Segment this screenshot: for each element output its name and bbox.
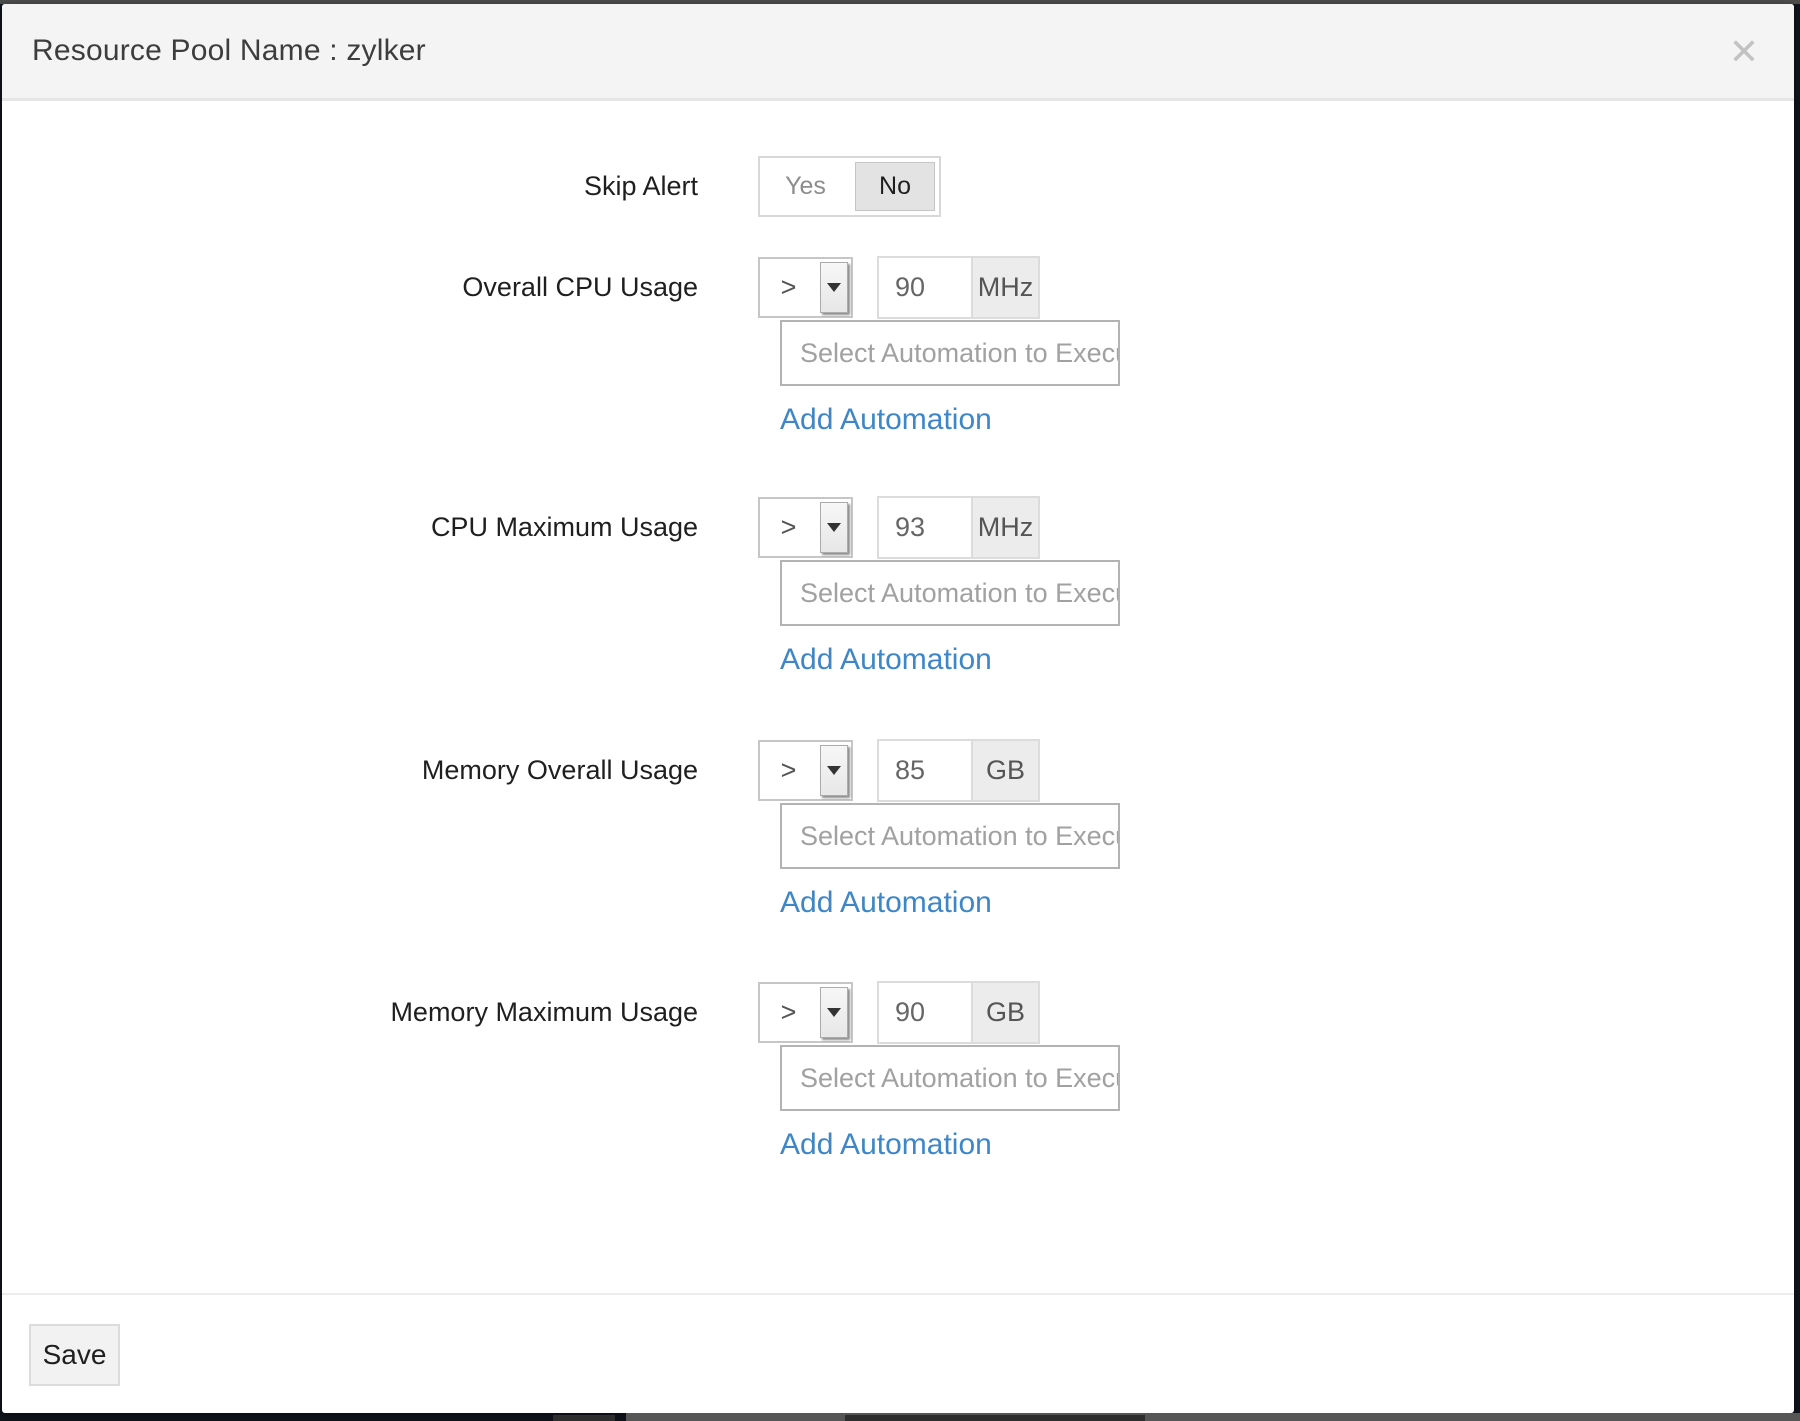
unit-label: GB [971, 741, 1038, 800]
threshold-group: GB [877, 981, 1040, 1044]
footer-divider [2, 1293, 1794, 1295]
operator-select[interactable]: > [758, 257, 853, 318]
add-automation-link[interactable]: Add Automation [780, 403, 992, 437]
operator-value: > [760, 984, 817, 1041]
overall-cpu-usage-row: Overall CPU Usage > MHz Add Automation [2, 257, 1794, 452]
threshold-input[interactable] [879, 741, 971, 800]
cpu-maximum-usage-label: CPU Maximum Usage [2, 497, 698, 558]
automation-select-input[interactable] [780, 560, 1120, 626]
operator-select[interactable]: > [758, 982, 853, 1043]
memory-maximum-usage-label: Memory Maximum Usage [2, 982, 698, 1043]
operator-value: > [760, 499, 817, 556]
cpu-maximum-usage-row: CPU Maximum Usage > MHz Add Automation [2, 497, 1794, 692]
operator-value: > [760, 259, 817, 316]
skip-alert-toggle[interactable]: Yes No [758, 156, 941, 217]
add-automation-link[interactable]: Add Automation [780, 886, 992, 920]
threshold-input[interactable] [879, 498, 971, 557]
threshold-group: GB [877, 739, 1040, 802]
unit-label: MHz [971, 258, 1038, 317]
unit-label: MHz [971, 498, 1038, 557]
operator-select[interactable]: > [758, 497, 853, 558]
chevron-down-icon[interactable] [820, 745, 848, 796]
skip-alert-row: Skip Alert Yes No [2, 156, 1794, 217]
chevron-down-icon[interactable] [820, 987, 848, 1038]
automation-select-input[interactable] [780, 320, 1120, 386]
automation-select-input[interactable] [780, 1045, 1120, 1111]
threshold-group: MHz [877, 256, 1040, 319]
threshold-input[interactable] [879, 983, 971, 1042]
add-automation-link[interactable]: Add Automation [780, 1128, 992, 1162]
add-automation-link[interactable]: Add Automation [780, 643, 992, 677]
close-icon[interactable]: ✕ [1722, 30, 1766, 74]
memory-overall-usage-row: Memory Overall Usage > GB Add Automation [2, 740, 1794, 935]
skip-alert-label: Skip Alert [2, 156, 698, 217]
skip-alert-option-yes[interactable]: Yes [760, 158, 851, 215]
background-page-bottom-edge [626, 1413, 1800, 1421]
operator-select[interactable]: > [758, 740, 853, 801]
skip-alert-option-no[interactable]: No [855, 162, 935, 211]
automation-select-input[interactable] [780, 803, 1120, 869]
modal-title: Resource Pool Name : zylker [32, 4, 426, 98]
chevron-down-icon[interactable] [820, 502, 848, 553]
resource-pool-modal: Resource Pool Name : zylker ✕ Skip Alert… [2, 4, 1794, 1413]
memory-overall-usage-label: Memory Overall Usage [2, 740, 698, 801]
save-button[interactable]: Save [29, 1324, 120, 1386]
threshold-group: MHz [877, 496, 1040, 559]
chevron-down-icon[interactable] [820, 262, 848, 313]
background-content-fragment [553, 1415, 615, 1421]
background-content-fragment [845, 1415, 1145, 1421]
modal-header: Resource Pool Name : zylker ✕ [2, 4, 1794, 101]
operator-value: > [760, 742, 817, 799]
unit-label: GB [971, 983, 1038, 1042]
threshold-input[interactable] [879, 258, 971, 317]
memory-maximum-usage-row: Memory Maximum Usage > GB Add Automation [2, 982, 1794, 1177]
overall-cpu-usage-label: Overall CPU Usage [2, 257, 698, 318]
